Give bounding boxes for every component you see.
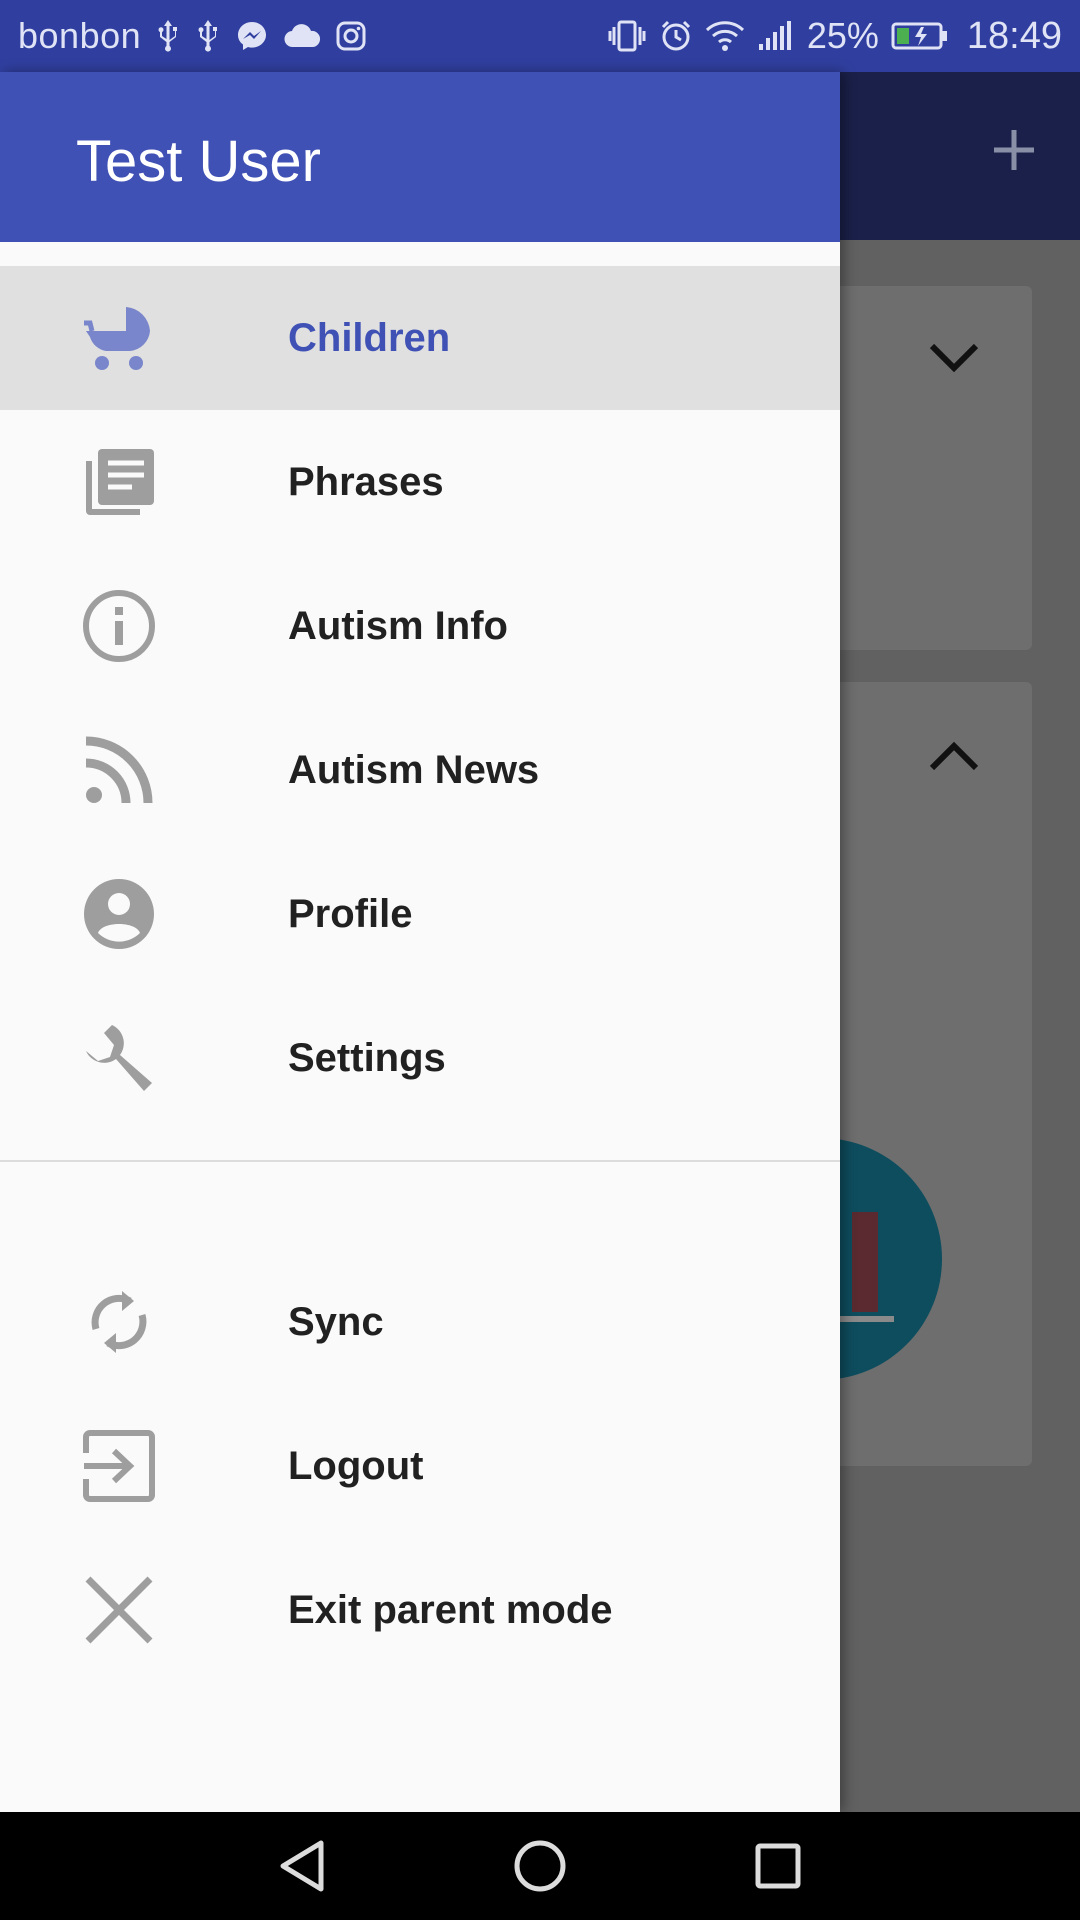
- library-books-icon: [82, 445, 156, 519]
- account-circle-icon: [82, 877, 156, 951]
- user-name: Test User: [76, 129, 321, 194]
- close-icon: [82, 1573, 156, 1647]
- home-icon[interactable]: [490, 1816, 590, 1916]
- alarm-icon: [659, 19, 693, 53]
- status-bar: bonbon 25% 18:49: [0, 0, 1080, 72]
- system-nav-bar: [0, 1812, 1080, 1920]
- instagram-icon: [335, 20, 367, 52]
- battery-icon: [891, 21, 949, 51]
- menu-label: Autism News: [288, 747, 540, 792]
- menu-label: Autism Info: [288, 603, 508, 648]
- menu-label: Exit parent mode: [288, 1587, 613, 1632]
- menu-label: Settings: [288, 1035, 446, 1080]
- menu-label: Phrases: [288, 459, 444, 504]
- stroller-icon: [82, 301, 156, 375]
- clock: 18:49: [966, 14, 1062, 57]
- wrench-icon: [82, 1021, 156, 1095]
- drawer-menu: Children Phrases Autism Info Autism News…: [0, 266, 840, 1130]
- avatar-graphic: [852, 1212, 878, 1312]
- menu-item-profile[interactable]: Profile: [0, 842, 840, 986]
- navigation-drawer: Test User Children Phrases Autism Info A…: [0, 72, 840, 1812]
- info-icon: [82, 589, 156, 663]
- menu-label: Children: [288, 315, 451, 360]
- usb-icon: [155, 18, 181, 54]
- menu-label: Sync: [288, 1299, 384, 1344]
- menu-item-settings[interactable]: Settings: [0, 986, 840, 1130]
- menu-item-sync[interactable]: Sync: [0, 1250, 840, 1394]
- avatar-graphic: [840, 1316, 894, 1322]
- menu-item-phrases[interactable]: Phrases: [0, 410, 840, 554]
- vibrate-icon: [607, 19, 647, 53]
- usb-icon: [195, 18, 221, 54]
- menu-item-children[interactable]: Children: [0, 266, 840, 410]
- messenger-icon: [235, 19, 269, 53]
- menu-divider: [0, 1160, 840, 1162]
- rss-feed-icon: [82, 733, 156, 807]
- battery-percent: 25%: [806, 15, 879, 56]
- sync-icon: [82, 1285, 156, 1359]
- drawer-header: Test User: [0, 72, 840, 242]
- menu-label: Profile: [288, 891, 413, 936]
- menu-label: Logout: [288, 1443, 424, 1488]
- drawer-secondary-menu: Sync Logout Exit parent mode: [0, 1250, 840, 1682]
- menu-item-autism-info[interactable]: Autism Info: [0, 554, 840, 698]
- signal-icon: [757, 20, 795, 52]
- chevron-down-icon[interactable]: [928, 340, 980, 381]
- wifi-icon: [705, 20, 745, 52]
- carrier-name: bonbon: [18, 15, 142, 56]
- cloud-icon: [283, 23, 321, 49]
- add-icon[interactable]: [992, 128, 1036, 172]
- back-icon[interactable]: [252, 1816, 352, 1916]
- menu-item-autism-news[interactable]: Autism News: [0, 698, 840, 842]
- exit-to-app-icon: [82, 1429, 156, 1503]
- chevron-up-icon[interactable]: [928, 738, 980, 779]
- recents-icon[interactable]: [728, 1816, 828, 1916]
- menu-item-exit-parent-mode[interactable]: Exit parent mode: [0, 1538, 840, 1682]
- menu-item-logout[interactable]: Logout: [0, 1394, 840, 1538]
